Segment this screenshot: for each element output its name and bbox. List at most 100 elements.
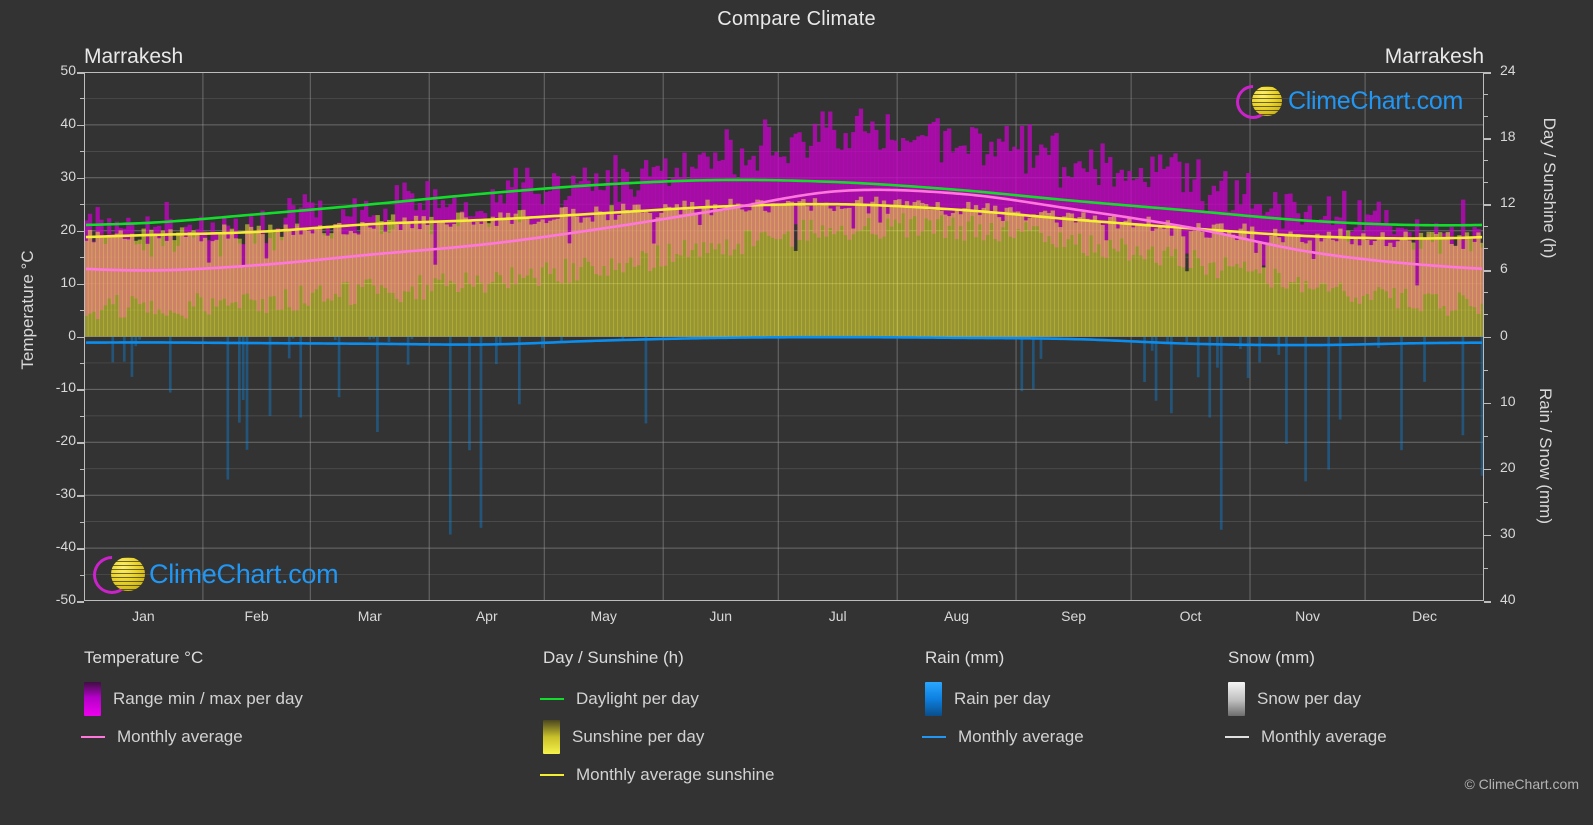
- tick-mark: [77, 124, 84, 127]
- y-tick-right-mm: 20: [1500, 458, 1516, 475]
- legend-item[interactable]: Monthly average: [922, 718, 1084, 756]
- tick-mark: [1484, 501, 1488, 503]
- tick-mark: [1484, 314, 1488, 316]
- tick-mark: [1484, 435, 1488, 437]
- legend-item[interactable]: Sunshine per day: [543, 718, 774, 756]
- tick-mark: [1484, 116, 1488, 118]
- y-axis-title-left: Temperature °C: [18, 250, 37, 370]
- tick-mark: [80, 204, 84, 206]
- legend-label: Monthly average sunshine: [576, 765, 775, 784]
- tick-mark: [80, 257, 84, 259]
- legend-label: Monthly average: [117, 727, 243, 746]
- legend-swatch-line: [540, 698, 564, 700]
- tick-mark: [1484, 402, 1491, 405]
- y-tick-right-mm: 30: [1500, 524, 1516, 541]
- legend-label: Sunshine per day: [572, 727, 705, 746]
- y-tick-right-hours: 0: [1500, 326, 1508, 343]
- x-tick-month: Apr: [475, 608, 498, 624]
- watermark-text: ClimeChart.com: [1288, 86, 1463, 115]
- x-tick-month: Sep: [1061, 608, 1087, 624]
- tick-mark: [1484, 601, 1491, 603]
- tick-mark: [77, 601, 84, 603]
- page-title: Compare Climate: [717, 8, 876, 30]
- tick-mark: [80, 521, 84, 523]
- tick-mark: [80, 468, 84, 470]
- y-tick-left: 0: [68, 326, 76, 343]
- x-tick-month: Mar: [357, 608, 382, 624]
- tick-mark: [1484, 226, 1488, 228]
- watermark-text: ClimeChart.com: [149, 558, 339, 589]
- legend-item[interactable]: Monthly average sunshine: [540, 756, 775, 794]
- legend-item[interactable]: Range min / max per day: [84, 680, 303, 718]
- legend-item[interactable]: Monthly average: [1225, 718, 1387, 756]
- x-tick-month: Dec: [1412, 608, 1437, 624]
- tick-mark: [1484, 72, 1491, 74]
- tick-mark: [1484, 204, 1491, 206]
- logo-globe-icon: [1252, 86, 1282, 116]
- x-tick-month: Jan: [132, 608, 155, 624]
- tick-mark: [77, 230, 84, 233]
- legend-label: Range min / max per day: [113, 689, 303, 708]
- y-tick-left: 30: [60, 167, 76, 184]
- legend-swatch-gradient: [925, 682, 942, 716]
- legend-label: Daylight per day: [576, 689, 699, 708]
- tick-mark: [80, 310, 84, 312]
- legend-swatch-line: [81, 736, 105, 738]
- y-tick-left: -20: [55, 432, 76, 449]
- tick-mark: [1484, 292, 1488, 294]
- legend-swatch-line: [1225, 736, 1249, 738]
- watermark-logo-top: ClimeChart.com: [1228, 77, 1463, 127]
- tick-mark: [1484, 270, 1491, 272]
- legend-column: Rain (mm) Rain per day Monthly average: [922, 648, 1084, 756]
- legend-label: Monthly average: [958, 727, 1084, 746]
- y-tick-right-hours: 12: [1500, 194, 1516, 211]
- tick-mark: [80, 415, 84, 417]
- tick-mark: [1484, 534, 1491, 537]
- logo-globe-icon: [111, 557, 145, 591]
- tick-mark: [1484, 336, 1491, 338]
- tick-mark: [1484, 94, 1488, 96]
- x-tick-month: Jul: [828, 608, 847, 624]
- legend-swatch-gradient: [1228, 682, 1245, 716]
- legend-heading: Day / Sunshine (h): [543, 648, 684, 667]
- tick-mark: [1484, 160, 1488, 162]
- legend-item[interactable]: Snow per day: [1228, 680, 1387, 718]
- tick-mark: [77, 283, 84, 286]
- legend-heading: Snow (mm): [1228, 648, 1315, 667]
- tick-mark: [77, 548, 84, 550]
- tick-mark: [77, 72, 84, 74]
- y-tick-right-hours: 6: [1500, 260, 1508, 277]
- y-tick-left: -10: [55, 379, 76, 396]
- chart-legend: Temperature °C Range min / max per day Mon…: [0, 648, 1593, 798]
- legend-item[interactable]: Monthly average: [81, 718, 303, 756]
- legend-item[interactable]: Rain per day: [925, 680, 1084, 718]
- x-tick-month: Nov: [1295, 608, 1320, 624]
- tick-mark: [80, 98, 84, 100]
- legend-label: Monthly average: [1261, 727, 1387, 746]
- y-tick-left: 10: [60, 273, 76, 290]
- x-tick-month: Jun: [709, 608, 732, 624]
- legend-label: Rain per day: [954, 689, 1051, 708]
- tick-mark: [77, 442, 84, 444]
- tick-mark: [1484, 567, 1488, 569]
- legend-swatch-gradient: [543, 720, 560, 754]
- tick-mark: [1484, 138, 1491, 140]
- y-tick-right-mm: 40: [1500, 591, 1516, 607]
- legend-column: Snow (mm) Snow per day Monthly average: [1225, 648, 1387, 756]
- tick-mark: [1484, 182, 1488, 184]
- y-tick-left: -50: [55, 591, 76, 607]
- tick-mark: [77, 495, 84, 497]
- y-tick-left: -30: [55, 485, 76, 502]
- tick-mark: [77, 389, 84, 391]
- climechart-logo-mark: [1228, 77, 1288, 127]
- tick-mark: [1484, 369, 1488, 371]
- x-tick-month: Feb: [244, 608, 269, 624]
- tick-mark: [80, 362, 84, 364]
- y-tick-right-hours: 24: [1500, 62, 1516, 78]
- y-tick-left: 20: [60, 220, 76, 237]
- x-tick-month: May: [590, 608, 617, 624]
- y-tick-left: 40: [60, 114, 76, 131]
- y-tick-right-hours: 18: [1500, 128, 1516, 145]
- legend-column: Day / Sunshine (h) Daylight per day Sunshi…: [540, 648, 775, 794]
- legend-item[interactable]: Daylight per day: [540, 680, 774, 718]
